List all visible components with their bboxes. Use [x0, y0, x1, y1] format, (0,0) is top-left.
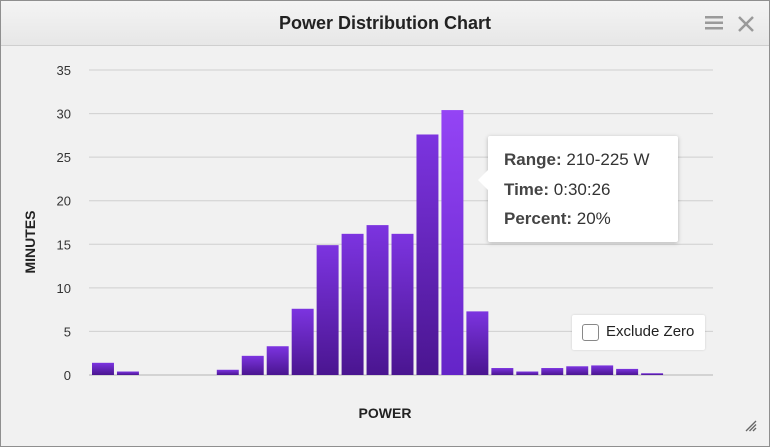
histogram-bar[interactable] — [541, 368, 564, 375]
tooltip-range: Range: 210-225 W — [504, 150, 650, 170]
y-tick-label: 30 — [57, 107, 71, 122]
chart-area: 0 5 10 15 20 25 30 35 POWER MINUTES Range: 210-22… — [1, 46, 769, 446]
histogram-bar[interactable] — [116, 371, 139, 375]
histogram-bar[interactable] — [516, 371, 539, 375]
y-tick-label: 10 — [57, 281, 71, 296]
y-tick-label: 0 — [64, 368, 71, 383]
y-tick-label: 20 — [57, 194, 71, 209]
close-icon[interactable] — [737, 15, 755, 33]
tooltip-time-label: Time: — [504, 180, 550, 199]
histogram-bar[interactable] — [441, 110, 464, 375]
histogram-bar[interactable] — [416, 134, 439, 375]
histogram-bar[interactable] — [291, 308, 314, 375]
histogram-bar[interactable] — [266, 346, 289, 375]
window-title: Power Distribution Chart — [278, 13, 491, 33]
power-histogram: 0 5 10 15 20 25 30 35 POWER MINUTES — [22, 63, 713, 421]
histogram-bar[interactable] — [92, 362, 114, 375]
histogram-bar[interactable] — [591, 365, 614, 375]
y-tick-label: 25 — [57, 150, 71, 165]
y-axis-title: MINUTES — [22, 211, 38, 274]
bar-tooltip: Range: 210-225 W Time: 0:30:26 Percent: … — [478, 136, 678, 242]
tooltip-time: Time: 0:30:26 — [504, 180, 611, 200]
title-bar: Power Distribution Chart — [1, 1, 769, 46]
histogram-bar[interactable] — [316, 245, 339, 375]
histogram-bar[interactable] — [466, 311, 489, 375]
y-tick-label: 15 — [57, 237, 71, 252]
exclude-zero-label: Exclude Zero — [606, 323, 695, 340]
chart-window: Power Distribution Chart 0 5 10 15 20 25… — [0, 0, 770, 447]
y-tick-label: 35 — [57, 63, 71, 78]
histogram-bar[interactable] — [491, 368, 514, 375]
tooltip-percent-value: 20% — [576, 209, 611, 228]
x-axis-title: POWER — [359, 405, 412, 421]
histogram-bar[interactable] — [641, 373, 664, 375]
tooltip-range-value: 210-225 W — [566, 150, 650, 169]
histogram-bar[interactable] — [566, 366, 589, 375]
exclude-zero-toggle[interactable]: Exclude Zero — [572, 315, 705, 350]
y-tick-label: 5 — [64, 324, 71, 339]
histogram-bar[interactable] — [391, 233, 414, 375]
histogram-bar[interactable] — [216, 369, 239, 375]
tooltip-percent-label: Percent: — [504, 209, 573, 228]
histogram-bar[interactable] — [366, 225, 389, 375]
tooltip-time-value: 0:30:26 — [553, 180, 611, 199]
exclude-zero-checkbox[interactable] — [582, 324, 599, 341]
hamburger-menu-icon[interactable] — [705, 16, 723, 30]
histogram-bar[interactable] — [341, 233, 364, 375]
histogram-bar[interactable] — [616, 368, 639, 375]
resize-grip-icon[interactable] — [743, 418, 757, 432]
tooltip-range-label: Range: — [504, 150, 562, 169]
tooltip-percent: Percent: 20% — [504, 209, 611, 229]
histogram-bar[interactable] — [241, 355, 264, 375]
